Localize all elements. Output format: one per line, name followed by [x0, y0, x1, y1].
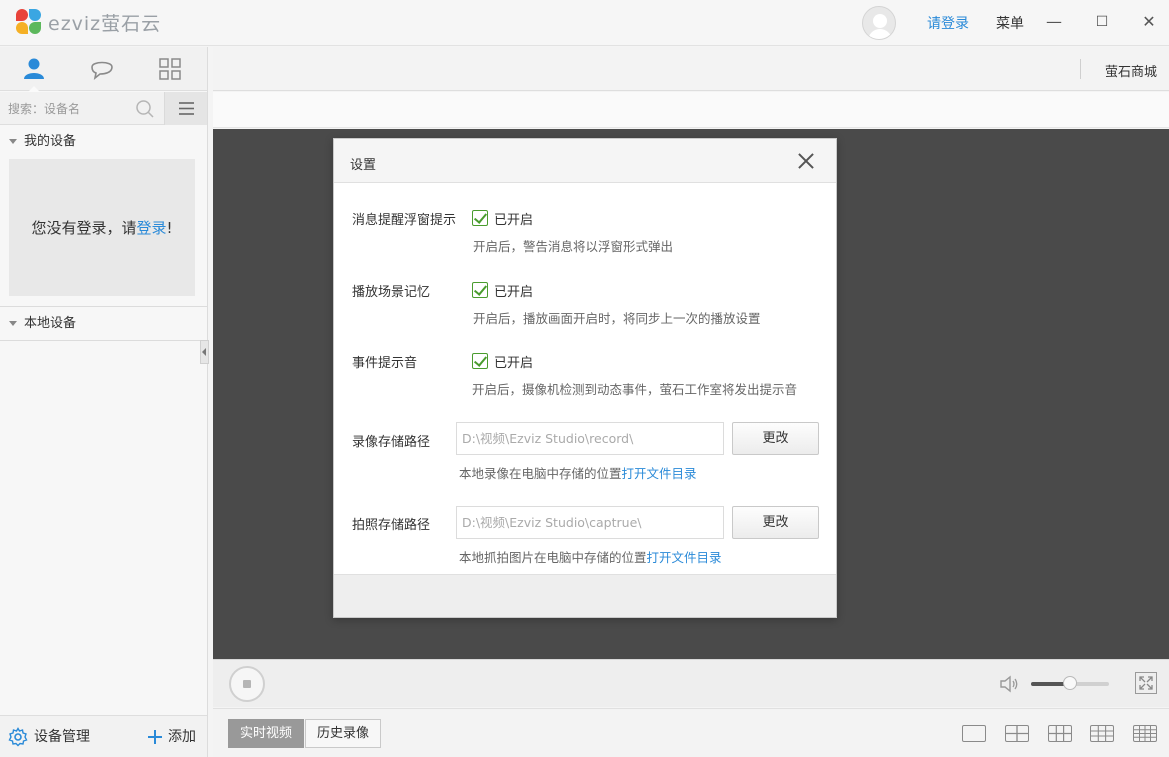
scene-memory-checkbox[interactable] — [472, 282, 488, 298]
popup-notify-hint: 开启后，警告消息将以浮窗形式弹出 — [473, 239, 674, 254]
6-view-icon[interactable] — [1048, 725, 1072, 742]
collapse-handle[interactable] — [200, 340, 209, 364]
title-bar: ezviz萤石云 请登录 菜单 — ☐ ✕ — [0, 0, 1169, 46]
search-input[interactable]: 搜索：设备名 — [8, 100, 128, 117]
capture-path-hint-text: 本地抓拍图片在电脑中存储的位置 — [459, 550, 647, 565]
plus-icon — [148, 730, 162, 744]
chat-icon[interactable] — [88, 56, 116, 82]
user-icon[interactable] — [20, 56, 48, 82]
event-sound-hint: 开启后，摄像机检测到动态事件，萤石工作室将发出提示音 — [472, 382, 798, 397]
caret-down-icon — [9, 321, 17, 326]
dialog-footer — [334, 574, 836, 617]
device-strip — [213, 92, 1169, 128]
tab-history-video[interactable]: 历史录像 — [305, 719, 382, 748]
sidebar-footer: 设备管理 添加 — [0, 715, 207, 757]
shop-link[interactable]: 萤石商城 — [1105, 61, 1157, 80]
bottom-bar: 实时视频 历史录像 — [213, 708, 1169, 757]
group-my-devices[interactable]: 我的设备 — [0, 127, 207, 157]
minimize-button[interactable]: — — [1042, 10, 1066, 34]
fullscreen-icon[interactable] — [1135, 672, 1157, 694]
9-view-icon[interactable] — [1090, 725, 1114, 742]
scene-memory-hint: 开启后，播放画面开启时，将同步上一次的播放设置 — [473, 311, 761, 326]
stop-button[interactable] — [229, 666, 265, 702]
tab-live-video[interactable]: 实时视频 — [228, 719, 305, 748]
volume-knob[interactable] — [1063, 676, 1077, 690]
gear-icon — [8, 727, 28, 747]
capture-path-label: 拍照存储路径 — [352, 518, 431, 533]
event-sound-state: 已开启 — [494, 356, 534, 371]
volume-slider[interactable] — [1031, 676, 1109, 690]
login-prompt: 您没有登录，请 登录! — [9, 159, 195, 296]
popup-notify-label: 消息提醒浮窗提示 — [352, 213, 457, 228]
record-path-hint: 本地录像在电脑中存储的位置打开文件目录 — [459, 463, 697, 482]
record-path-hint-text: 本地录像在电脑中存储的位置 — [459, 466, 622, 481]
dialog-title: 设置 — [350, 158, 377, 173]
divider — [0, 306, 207, 307]
search-bar: 搜索：设备名 — [0, 92, 207, 125]
login-prompt-text: 您没有登录，请 — [31, 219, 137, 237]
scene-memory-state: 已开启 — [494, 285, 534, 300]
capture-path-input[interactable]: D:\视频\Ezviz Studio\captrue\ — [456, 506, 724, 539]
grid-icon[interactable] — [156, 56, 184, 82]
logo: ezviz萤石云 — [16, 8, 161, 36]
logo-icon — [16, 9, 42, 35]
group-local-devices[interactable]: 本地设备 — [0, 309, 207, 339]
settings-dialog: 设置 消息提醒浮窗提示 已开启 开启后，警告消息将以浮窗形式弹出 播放场景记忆 … — [333, 138, 837, 618]
sidebar: 搜索：设备名 我的设备 您没有登录，请 登录! 本地设备 设备管理 添加 — [0, 47, 209, 757]
maximize-button[interactable]: ☐ — [1090, 10, 1114, 34]
login-link[interactable]: 请登录 — [927, 13, 969, 33]
group-label: 我的设备 — [24, 134, 77, 149]
volume-icon[interactable] — [999, 674, 1019, 694]
divider — [0, 340, 207, 341]
device-manage-label: 设备管理 — [34, 729, 90, 745]
close-icon[interactable] — [796, 151, 816, 171]
search-icon[interactable] — [135, 99, 155, 119]
login-prompt-link[interactable]: 登录 — [136, 217, 166, 238]
sidebar-tabs — [0, 47, 207, 92]
record-path-input[interactable]: D:\视频\Ezviz Studio\record\ — [456, 422, 724, 455]
top-bar: 萤石商城 — [213, 47, 1169, 91]
group-label: 本地设备 — [24, 316, 77, 331]
popup-notify-checkbox[interactable] — [472, 210, 488, 226]
logo-text: ezviz萤石云 — [48, 12, 162, 35]
caret-down-icon — [9, 139, 17, 144]
player-controls — [213, 659, 1169, 707]
event-sound-label: 事件提示音 — [352, 356, 418, 371]
list-view-icon[interactable] — [164, 92, 207, 125]
dialog-header: 设置 — [334, 139, 836, 183]
capture-path-change-button[interactable]: 更改 — [732, 506, 819, 539]
capture-open-folder-link[interactable]: 打开文件目录 — [647, 550, 722, 565]
avatar[interactable] — [862, 6, 896, 40]
record-path-change-button[interactable]: 更改 — [732, 422, 819, 455]
close-button[interactable]: ✕ — [1137, 10, 1161, 34]
separator — [1080, 59, 1081, 79]
popup-notify-state: 已开启 — [494, 213, 534, 228]
16-view-icon[interactable] — [1133, 725, 1157, 742]
login-prompt-suffix: ! — [166, 218, 173, 237]
record-path-label: 录像存储路径 — [352, 435, 431, 450]
add-device-button[interactable]: 添加 — [146, 724, 196, 750]
add-label: 添加 — [168, 729, 196, 745]
record-open-folder-link[interactable]: 打开文件目录 — [622, 466, 697, 481]
device-manage-button[interactable]: 设备管理 — [8, 724, 90, 750]
menu-button[interactable]: 菜单 — [996, 13, 1024, 33]
scene-memory-label: 播放场景记忆 — [352, 285, 431, 300]
event-sound-checkbox[interactable] — [472, 353, 488, 369]
app-window: ezviz萤石云 请登录 菜单 — ☐ ✕ 搜索：设备名 我的设备 您没有登录，… — [0, 0, 1169, 757]
1-view-icon[interactable] — [962, 725, 986, 742]
capture-path-hint: 本地抓拍图片在电脑中存储的位置打开文件目录 — [459, 547, 722, 566]
4-view-icon[interactable] — [1005, 725, 1029, 742]
